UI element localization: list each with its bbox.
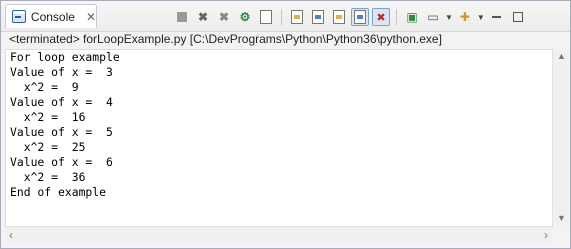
toolbar-separator: [396, 9, 397, 25]
word-wrap-icon[interactable]: [330, 8, 348, 26]
scroll-up-icon[interactable]: ▲: [557, 51, 566, 61]
vertical-scrollbar[interactable]: ▲ ▼: [552, 49, 569, 225]
scroll-left-icon[interactable]: ‹: [9, 228, 13, 242]
show-on-stdout-icon[interactable]: [351, 8, 369, 26]
maximize-icon[interactable]: [509, 8, 527, 26]
show-on-stderr-icon[interactable]: ✖: [372, 8, 390, 26]
output-line: x^2 = 16: [10, 110, 86, 124]
clear-console-icon[interactable]: [288, 8, 306, 26]
output-line: Value of x = 5: [10, 125, 113, 139]
process-status: <terminated> forLoopExample.py [C:\DevPr…: [9, 32, 442, 46]
console-output[interactable]: For loop example Value of x = 3 x^2 = 9 …: [5, 49, 553, 227]
toolbar-separator: [281, 9, 282, 25]
debug-icon[interactable]: ⚙: [236, 8, 254, 26]
horizontal-scrollbar[interactable]: ‹ ›: [5, 226, 552, 244]
console-view: Console ✕ ✖ ✖ ⚙ ✖ ▣ ▭ ▼ ✚ ▼ <terminated>…: [0, 0, 571, 249]
output-line: Value of x = 3: [10, 65, 113, 79]
output-line: Value of x = 4: [10, 95, 113, 109]
scroll-right-icon[interactable]: ›: [544, 228, 548, 242]
scroll-lock-icon[interactable]: [309, 8, 327, 26]
copy-icon[interactable]: [257, 8, 275, 26]
pin-console-icon[interactable]: ▣: [403, 8, 421, 26]
tab-console-label: Console: [30, 9, 75, 24]
output-line: x^2 = 9: [10, 80, 79, 94]
tab-console[interactable]: Console ✕: [5, 4, 97, 28]
output-line: x^2 = 25: [10, 140, 86, 154]
terminate-icon[interactable]: [173, 8, 191, 26]
open-console-icon[interactable]: ✚: [456, 8, 474, 26]
remove-launch-icon[interactable]: ✖: [194, 8, 212, 26]
view-header: Console ✕ ✖ ✖ ⚙ ✖ ▣ ▭ ▼ ✚ ▼: [1, 1, 570, 32]
output-line: For loop example: [10, 50, 120, 64]
chevron-down-icon[interactable]: ▼: [477, 13, 485, 22]
scroll-down-icon[interactable]: ▼: [557, 213, 566, 223]
minimize-icon[interactable]: [488, 8, 506, 26]
output-line: End of example: [10, 185, 107, 199]
display-selected-console-icon[interactable]: ▭: [424, 8, 442, 26]
output-line: x^2 = 36: [10, 170, 86, 184]
remove-all-terminated-icon[interactable]: ✖: [215, 8, 233, 26]
console-icon: [12, 10, 26, 23]
output-line: Value of x = 6: [10, 155, 113, 169]
console-toolbar: ✖ ✖ ⚙ ✖ ▣ ▭ ▼ ✚ ▼: [173, 7, 527, 27]
close-icon[interactable]: ✕: [86, 10, 96, 24]
chevron-down-icon[interactable]: ▼: [445, 13, 453, 22]
